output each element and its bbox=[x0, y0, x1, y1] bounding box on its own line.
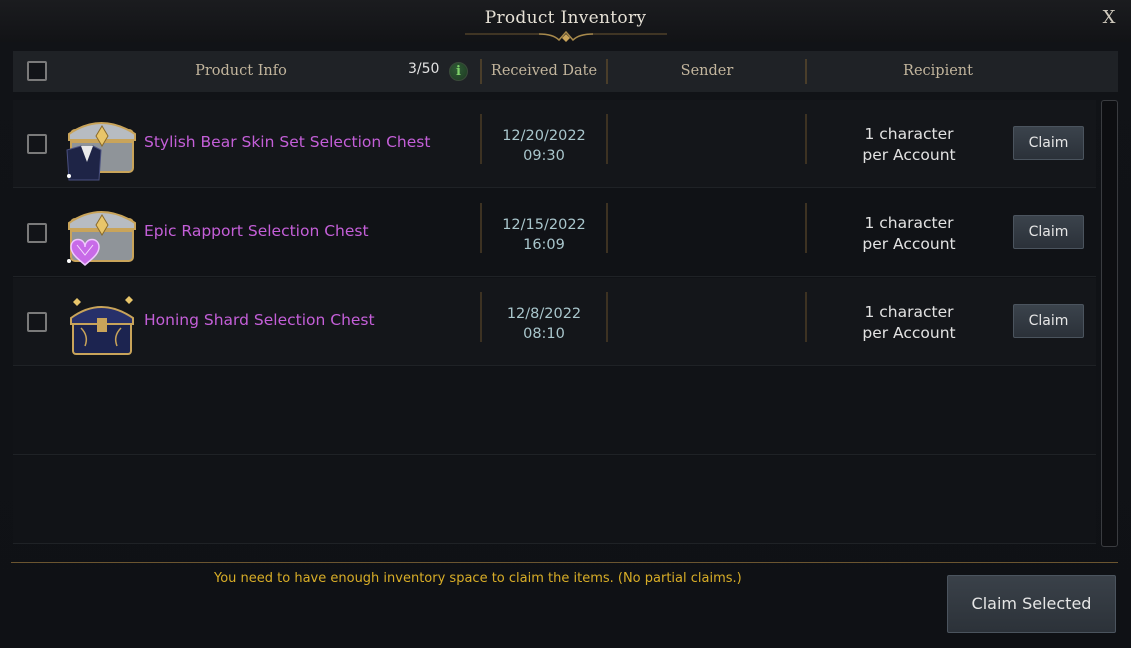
row-divider bbox=[606, 292, 608, 342]
recipient-line2: per Account bbox=[862, 324, 956, 342]
title-bar: Product Inventory X bbox=[0, 0, 1131, 42]
header-product-info: Product Info bbox=[195, 63, 287, 79]
product-list: Stylish Bear Skin Set Selection Chest 12… bbox=[13, 100, 1096, 544]
item-name: Stylish Bear Skin Set Selection Chest bbox=[144, 133, 431, 151]
list-item: Stylish Bear Skin Set Selection Chest 12… bbox=[13, 100, 1096, 188]
list-item: Honing Shard Selection Chest 12/8/2022 0… bbox=[13, 278, 1096, 366]
title-ornament-icon bbox=[465, 30, 667, 42]
footer-divider bbox=[11, 562, 1118, 563]
silver-chest-suit-icon bbox=[66, 122, 136, 181]
select-all-checkbox[interactable] bbox=[27, 61, 47, 81]
recipient-line1: 1 character bbox=[864, 303, 954, 321]
header-recipient: Recipient bbox=[903, 63, 973, 79]
item-name: Honing Shard Selection Chest bbox=[144, 311, 375, 329]
table-header: Product Info 3/50 i Received Date Sender… bbox=[13, 51, 1118, 92]
item-checkbox[interactable] bbox=[27, 134, 47, 154]
info-icon[interactable]: i bbox=[449, 62, 468, 81]
recipient: 1 character per Account bbox=[807, 302, 1011, 344]
header-sender: Sender bbox=[680, 63, 734, 79]
inventory-count: 3/50 bbox=[408, 61, 440, 77]
recipient: 1 character per Account bbox=[807, 213, 1011, 255]
claim-button[interactable]: Claim bbox=[1013, 126, 1084, 160]
list-scrollbar[interactable] bbox=[1101, 100, 1118, 547]
list-item: Epic Rapport Selection Chest 12/15/2022 … bbox=[13, 189, 1096, 277]
received-date-day: 12/8/2022 bbox=[506, 306, 582, 322]
dark-blue-chest-icon bbox=[70, 296, 134, 355]
received-date-time: 09:30 bbox=[523, 148, 565, 164]
row-divider bbox=[606, 114, 608, 164]
item-checkbox[interactable] bbox=[27, 312, 47, 332]
header-received-date: Received Date bbox=[490, 63, 598, 79]
claim-button[interactable]: Claim bbox=[1013, 215, 1084, 249]
claim-selected-button[interactable]: Claim Selected bbox=[947, 575, 1116, 633]
received-date-time: 08:10 bbox=[523, 326, 565, 342]
item-checkbox[interactable] bbox=[27, 223, 47, 243]
silver-chest-heart-gem-icon bbox=[67, 211, 136, 267]
recipient-line1: 1 character bbox=[864, 214, 954, 232]
window-title: Product Inventory bbox=[484, 8, 647, 28]
recipient-line2: per Account bbox=[862, 146, 956, 164]
recipient-line2: per Account bbox=[862, 235, 956, 253]
item-name: Epic Rapport Selection Chest bbox=[144, 222, 369, 240]
inventory-space-notice: You need to have enough inventory space … bbox=[214, 571, 742, 586]
received-date-time: 16:09 bbox=[523, 237, 565, 253]
row-divider bbox=[606, 203, 608, 253]
received-date-day: 12/20/2022 bbox=[502, 128, 586, 144]
recipient: 1 character per Account bbox=[807, 124, 1011, 166]
recipient-line1: 1 character bbox=[864, 125, 954, 143]
close-button[interactable]: X bbox=[1099, 8, 1119, 28]
empty-row bbox=[13, 367, 1096, 455]
received-date-day: 12/15/2022 bbox=[502, 217, 586, 233]
received-date: 12/20/2022 09:30 bbox=[481, 126, 607, 166]
received-date: 12/15/2022 16:09 bbox=[481, 215, 607, 255]
product-inventory-window: Product Inventory X Product Info 3/50 i … bbox=[0, 0, 1131, 648]
claim-button[interactable]: Claim bbox=[1013, 304, 1084, 338]
received-date: 12/8/2022 08:10 bbox=[481, 304, 607, 344]
empty-row bbox=[13, 456, 1096, 544]
